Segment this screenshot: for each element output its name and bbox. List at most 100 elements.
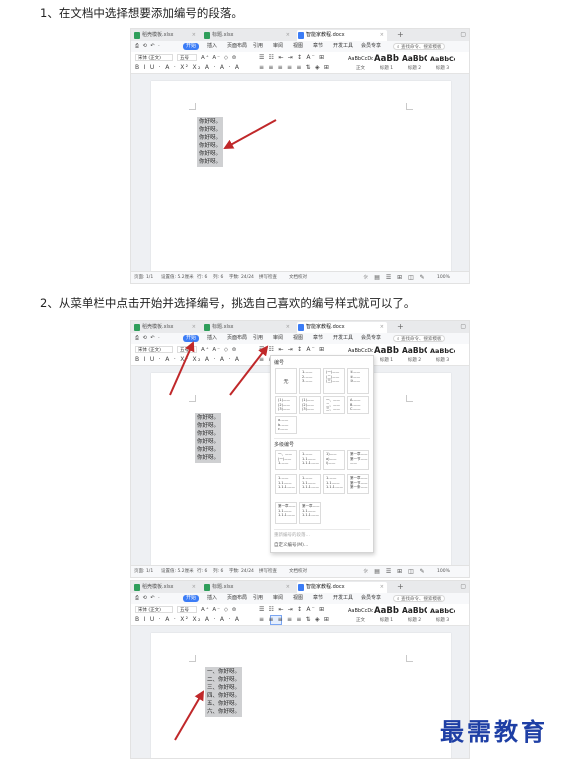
menu-developer[interactable]: 开发工具 bbox=[333, 333, 353, 344]
close-icon[interactable]: × bbox=[286, 582, 290, 593]
style-heading-2[interactable]: AaBbC 标题 2 bbox=[402, 345, 427, 365]
tab-docx[interactable]: 智能家教程.docx × bbox=[297, 582, 387, 593]
font-size-buttons-icon[interactable]: A⁺ A⁻ ◇ ⊜ bbox=[201, 606, 237, 614]
font-size-select[interactable]: 五号 bbox=[177, 54, 197, 61]
zoom-level[interactable]: 100% bbox=[437, 272, 450, 283]
search-input[interactable]: ⌕ 查找命令、搜索模板 bbox=[393, 595, 446, 602]
close-icon[interactable]: × bbox=[192, 322, 196, 333]
style-heading-3[interactable]: AaBbCc 标题 3 bbox=[430, 605, 455, 625]
font-size-select[interactable]: 五号 bbox=[177, 346, 197, 353]
menu-member[interactable]: 会员专享 bbox=[361, 593, 381, 604]
multilevel-option[interactable]: 第一章—— 1.1.—— 1.1.1.—— bbox=[299, 502, 321, 524]
new-tab-icon[interactable]: + bbox=[397, 321, 404, 332]
menu-reference[interactable]: 引用 bbox=[253, 41, 263, 52]
window-controls-icon[interactable]: ▢ bbox=[460, 581, 466, 592]
selected-paragraphs[interactable]: 你好呀。 你好呀。 你好呀。 你好呀。 你好呀。 你好呀。 bbox=[197, 117, 224, 167]
close-icon[interactable]: × bbox=[380, 322, 384, 333]
menu-layout[interactable]: 页面布局 bbox=[227, 41, 247, 52]
search-input[interactable]: ⌕ 查找命令、搜索模板 bbox=[393, 43, 446, 50]
text-format-icons[interactable]: B I U · A · X² X₂ A · A · A bbox=[135, 616, 240, 624]
style-normal[interactable]: AaBbCcDd 正文 bbox=[348, 53, 373, 73]
numbering-option[interactable]: a.—— b.—— c.—— bbox=[275, 416, 297, 434]
status-spell[interactable]: 拼写检查 bbox=[259, 272, 277, 283]
tab-xlsx-1[interactable]: 稻壳模板.xlsx × bbox=[133, 322, 199, 333]
multilevel-option[interactable]: 一、—— (一)—— 1.—— bbox=[275, 450, 297, 470]
numbering-option[interactable]: (一)—— (二)—— (三)—— bbox=[323, 368, 345, 394]
font-select[interactable]: 宋体 (正文) bbox=[135, 346, 173, 353]
window-controls-icon[interactable]: ▢ bbox=[460, 29, 466, 40]
menu-view[interactable]: 视图 bbox=[293, 333, 303, 344]
menu-reference[interactable]: 引用 bbox=[253, 333, 263, 344]
numbering-none-option[interactable]: 无 bbox=[275, 368, 297, 394]
style-heading-3[interactable]: AaBbCc 标题 3 bbox=[430, 53, 455, 73]
multilevel-option[interactable]: 1.—— 1.1.—— 1.1.1.—— bbox=[299, 474, 321, 494]
menu-start[interactable]: 开始 bbox=[183, 335, 200, 342]
style-normal[interactable]: AaBbCcDd 正文 bbox=[348, 605, 373, 625]
close-icon[interactable]: × bbox=[192, 30, 196, 41]
numbering-option[interactable]: A.—— B.—— C.—— bbox=[347, 396, 369, 414]
style-heading-2[interactable]: AaBbC 标题 2 bbox=[402, 53, 427, 73]
tab-xlsx-1[interactable]: 稻壳模板.xlsx × bbox=[133, 582, 199, 593]
text-format-icons[interactable]: B I U · A · X² X₂ A · A · A bbox=[135, 356, 240, 364]
quick-access-icons[interactable]: ⎙ ⟲ ↶ · bbox=[135, 41, 161, 52]
menu-insert[interactable]: 插入 bbox=[207, 333, 217, 344]
view-mode-icons[interactable]: ☼ ▤ ☰ ⊞ ◫ ✎ bbox=[363, 566, 427, 577]
status-proof[interactable]: 文档校对 bbox=[289, 272, 307, 283]
menu-layout[interactable]: 页面布局 bbox=[227, 333, 247, 344]
multilevel-option[interactable]: 第一章—— 1.1.—— 1.1.1.—— bbox=[275, 502, 297, 524]
style-heading-1[interactable]: AaBb 标题 1 bbox=[374, 53, 399, 73]
close-icon[interactable]: × bbox=[286, 322, 290, 333]
alignment-icons[interactable]: ≡ ≡ ≡ ≡ ≡ ⇅ ◈ ⊞ bbox=[259, 616, 330, 624]
custom-numbering-menu-item[interactable]: 自定义编号(M)... bbox=[274, 542, 308, 548]
menu-start[interactable]: 开始 bbox=[183, 595, 200, 602]
font-select[interactable]: 宋体 (正文) bbox=[135, 606, 173, 613]
menu-section[interactable]: 章节 bbox=[313, 41, 323, 52]
style-heading-2[interactable]: AaBbC 标题 2 bbox=[402, 605, 427, 625]
menu-developer[interactable]: 开发工具 bbox=[333, 41, 353, 52]
document-page[interactable]: 一、你好呀。 二、你好呀。 三、你好呀。 四、你好呀。 五、你好呀。 六、你好呀… bbox=[151, 633, 451, 758]
menu-insert[interactable]: 插入 bbox=[207, 41, 217, 52]
close-icon[interactable]: × bbox=[286, 30, 290, 41]
menu-member[interactable]: 会员专享 bbox=[361, 41, 381, 52]
list-indent-icons[interactable]: ☰ ☷ ⇤ ⇥ ↕ A⁻ ⊞ bbox=[259, 346, 325, 354]
search-input[interactable]: ⌕ 查找命令、搜索模板 bbox=[393, 335, 446, 342]
numbering-option[interactable]: (1)—— (2)—— (3)—— bbox=[299, 396, 321, 414]
tab-docx[interactable]: 智能家教程.docx × bbox=[297, 30, 387, 41]
numbering-option[interactable]: (1)—— (2)—— (3)—— bbox=[275, 396, 297, 414]
style-heading-1[interactable]: AaBb 标题 1 bbox=[374, 345, 399, 365]
menu-start[interactable]: 开始 bbox=[183, 43, 200, 50]
menu-insert[interactable]: 插入 bbox=[207, 593, 217, 604]
status-proof[interactable]: 文档校对 bbox=[289, 566, 307, 577]
style-heading-3[interactable]: AaBbCc 标题 3 bbox=[430, 345, 455, 365]
menu-review[interactable]: 审阅 bbox=[273, 593, 283, 604]
menu-section[interactable]: 章节 bbox=[313, 593, 323, 604]
alignment-icons[interactable]: ≡ ≡ ≡ ≡ ≡ ⇅ ◈ ⊞ bbox=[259, 64, 330, 72]
numbering-option[interactable]: 一、—— 二、—— 三、—— bbox=[323, 396, 345, 414]
document-page[interactable]: 你好呀。 你好呀。 你好呀。 你好呀。 你好呀。 你好呀。 bbox=[151, 81, 451, 273]
close-icon[interactable]: × bbox=[380, 30, 384, 41]
menu-layout[interactable]: 页面布局 bbox=[227, 593, 247, 604]
status-spell[interactable]: 拼写检查 bbox=[259, 566, 277, 577]
font-size-buttons-icon[interactable]: A⁺ A⁻ ◇ ⊜ bbox=[201, 54, 237, 62]
multilevel-option[interactable]: 1.—— 1.1.—— 1.1.1.—— bbox=[323, 474, 345, 494]
numbering-option[interactable]: 1.—— 2.—— 3.—— bbox=[299, 368, 321, 394]
close-icon[interactable]: × bbox=[380, 582, 384, 593]
list-indent-icons[interactable]: ☰ ☷ ⇤ ⇥ ↕ A⁻ ⊞ bbox=[259, 54, 325, 62]
tab-xlsx-2[interactable]: 标题.xlsx × bbox=[203, 30, 293, 41]
tab-xlsx-1[interactable]: 稻壳模板.xlsx × bbox=[133, 30, 199, 41]
menu-view[interactable]: 视图 bbox=[293, 41, 303, 52]
multilevel-option[interactable]: 第一章—— 第一节—— —— bbox=[347, 450, 369, 470]
tab-xlsx-2[interactable]: 标题.xlsx × bbox=[203, 582, 293, 593]
multilevel-option[interactable]: 1.—— 1.1.—— 1.1.1.—— bbox=[275, 474, 297, 494]
multilevel-option[interactable]: 第一章—— 第一节—— 第一条—— bbox=[347, 474, 369, 494]
multilevel-option[interactable]: 1.—— 1.1.—— 1.1.1.—— bbox=[299, 450, 321, 470]
font-size-select[interactable]: 五号 bbox=[177, 606, 197, 613]
new-tab-icon[interactable]: + bbox=[397, 581, 404, 592]
list-indent-icons[interactable]: ☰ ☷ ⇤ ⇥ ↕ A⁻ ⊞ bbox=[259, 606, 325, 614]
menu-view[interactable]: 视图 bbox=[293, 593, 303, 604]
menu-review[interactable]: 审阅 bbox=[273, 333, 283, 344]
close-icon[interactable]: × bbox=[192, 582, 196, 593]
menu-reference[interactable]: 引用 bbox=[253, 593, 263, 604]
style-heading-1[interactable]: AaBb 标题 1 bbox=[374, 605, 399, 625]
font-size-buttons-icon[interactable]: A⁺ A⁻ ◇ ⊜ bbox=[201, 346, 237, 354]
